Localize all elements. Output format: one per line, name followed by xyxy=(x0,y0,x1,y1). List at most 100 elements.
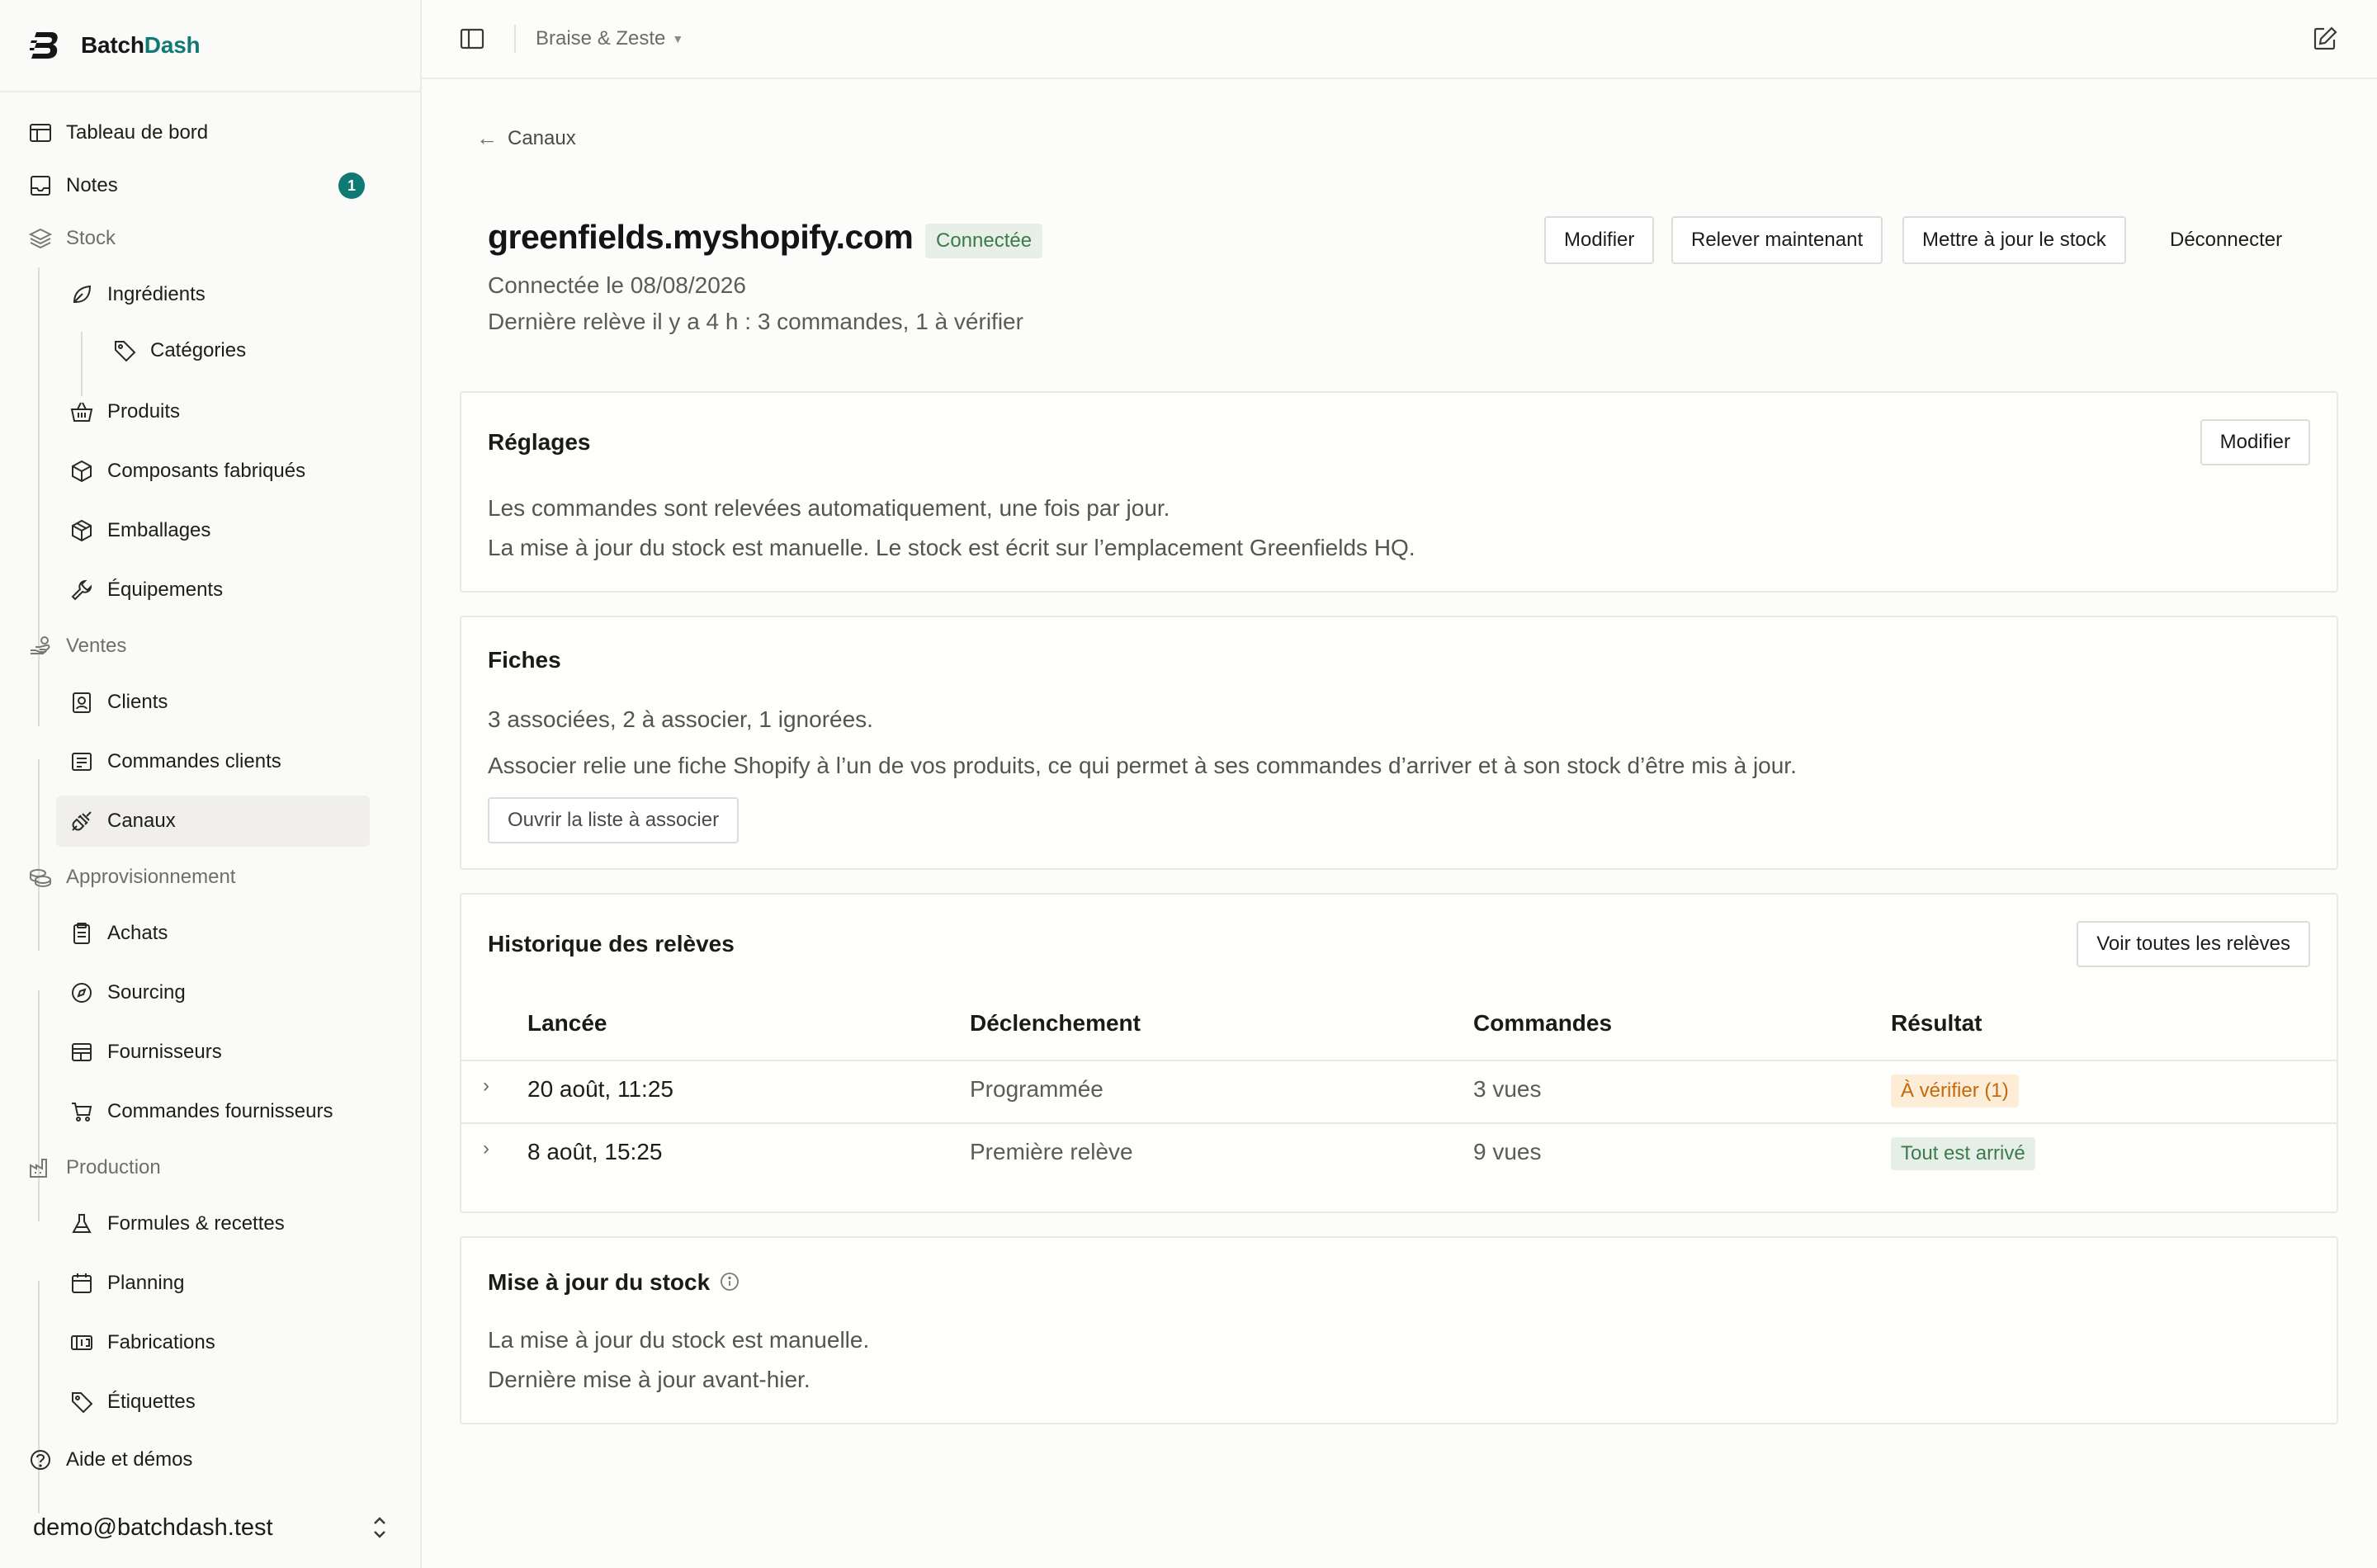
box-icon xyxy=(69,459,94,484)
sidebar-item-dashboard[interactable]: Tableau de bord xyxy=(28,114,208,152)
contact-icon xyxy=(69,690,94,715)
chevron-right-icon[interactable]: › xyxy=(483,1074,489,1098)
sidebar-item-clients[interactable]: Clients xyxy=(69,683,168,721)
sidebar-item-sourcing[interactable]: Sourcing xyxy=(69,974,186,1012)
batchdash-logo xyxy=(30,32,58,59)
disconnect-button[interactable]: Déconnecter xyxy=(2152,216,2300,264)
coins-icon xyxy=(28,865,53,890)
tree-line-ingredients xyxy=(81,332,83,396)
sidebar-item-label: Commandes fournisseurs xyxy=(107,1100,333,1122)
chevrons-up-down-icon xyxy=(374,1517,385,1538)
receipt-icon xyxy=(69,749,94,774)
settings-card: Réglages Modifier Les commandes sont rel… xyxy=(460,391,2338,593)
sidebar-item-label: Composants fabriqués xyxy=(107,460,306,482)
settings-edit-button[interactable]: Modifier xyxy=(2200,419,2310,465)
result-badge-success: Tout est arrivé xyxy=(1891,1137,2035,1170)
brand-name: BatchDash xyxy=(81,32,201,58)
column-header-orders: Commandes xyxy=(1473,1010,1613,1036)
stock-update-title-text: Mise à jour du stock xyxy=(488,1269,711,1295)
sidebar-item-label: Achats xyxy=(107,922,168,944)
workspace-name: Braise & Zeste xyxy=(536,27,666,50)
kanban-icon xyxy=(69,1330,94,1355)
sidebar-item-fabrications[interactable]: Fabrications xyxy=(69,1324,215,1362)
sidebar-item-formulas[interactable]: Formules & recettes xyxy=(69,1205,285,1243)
sidebar-item-label: Fournisseurs xyxy=(107,1041,222,1063)
sidebar-item-label: Canaux xyxy=(107,810,176,832)
sidebar-group-production[interactable]: Production xyxy=(28,1149,161,1187)
sidebar-item-packaging[interactable]: Emballages xyxy=(69,512,210,550)
history-card: Historique des relèves Voir toutes les r… xyxy=(460,893,2338,1213)
account-switcher[interactable]: demo@batchdash.test xyxy=(33,1507,389,1548)
calendar-icon xyxy=(69,1271,94,1296)
sidebar-item-label: Équipements xyxy=(107,579,224,601)
chevron-right-icon[interactable]: › xyxy=(483,1137,489,1160)
cell-trigger: Programmée xyxy=(970,1076,1103,1102)
basket-icon xyxy=(69,399,94,424)
sidebar-group-sales[interactable]: Ventes xyxy=(28,627,126,665)
store-icon xyxy=(69,1040,94,1065)
settings-title: Réglages xyxy=(488,429,591,455)
open-listings-button[interactable]: Ouvrir la liste à associer xyxy=(488,797,740,843)
sidebar-item-notes[interactable]: Notes 1 xyxy=(28,167,391,205)
sidebar-item-categories[interactable]: Catégories xyxy=(112,332,246,370)
tag-icon xyxy=(112,338,137,363)
sidebar-toggle-icon[interactable] xyxy=(458,25,486,53)
sidebar-item-label: Emballages xyxy=(107,519,211,541)
clipboard-icon xyxy=(69,921,94,946)
back-link[interactable]: ← Canaux xyxy=(476,125,576,151)
sidebar-item-client-orders[interactable]: Commandes clients xyxy=(69,743,281,781)
stock-update-title: Mise à jour du stock xyxy=(488,1269,740,1296)
info-icon[interactable] xyxy=(720,1272,740,1292)
sidebar-item-label: Formules & recettes xyxy=(107,1212,285,1235)
brand[interactable]: BatchDash xyxy=(0,0,420,92)
sidebar-item-label: Approvisionnement xyxy=(66,866,236,888)
compose-icon[interactable] xyxy=(2311,25,2339,53)
sidebar-item-help[interactable]: Aide et démos xyxy=(28,1441,192,1479)
layers-icon xyxy=(28,226,53,251)
sidebar-item-suppliers[interactable]: Fournisseurs xyxy=(69,1033,222,1071)
listings-title: Fiches xyxy=(488,647,561,673)
package-icon xyxy=(69,518,94,543)
edit-channel-button[interactable]: Modifier xyxy=(1544,216,1655,264)
sidebar-item-label: Ingrédients xyxy=(107,283,206,305)
listings-summary: 3 associées, 2 à associer, 1 ignorées. xyxy=(488,706,873,732)
wrench-icon xyxy=(69,578,94,602)
topbar-divider xyxy=(514,25,516,53)
workspace-selector[interactable]: Braise & Zeste ▼ xyxy=(536,27,683,50)
sidebar-group-stock[interactable]: Stock xyxy=(28,220,116,257)
sidebar-item-components[interactable]: Composants fabriqués xyxy=(69,452,305,490)
fetch-now-button[interactable]: Relever maintenant xyxy=(1671,216,1883,264)
sidebar-item-planning[interactable]: Planning xyxy=(69,1264,184,1302)
leaf-icon xyxy=(69,282,94,307)
tree-line-sales xyxy=(38,759,40,951)
sidebar-item-channels[interactable]: Canaux xyxy=(56,796,370,847)
column-header-result: Résultat xyxy=(1891,1010,1982,1036)
sidebar-item-purchases[interactable]: Achats xyxy=(69,914,168,952)
tree-line-supply xyxy=(38,990,40,1221)
plug-icon xyxy=(69,809,94,834)
cell-orders: 9 vues xyxy=(1473,1139,1542,1164)
caret-down-icon: ▼ xyxy=(672,32,684,45)
sidebar-item-products[interactable]: Produits xyxy=(69,393,180,431)
column-header-launched: Lancée xyxy=(527,1010,607,1036)
factory-icon xyxy=(28,1155,53,1180)
settings-line-1: Les commandes sont relevées automatiquem… xyxy=(488,495,1170,521)
sidebar-item-labels[interactable]: Étiquettes xyxy=(69,1383,196,1421)
cell-trigger: Première relève xyxy=(970,1139,1133,1164)
see-all-fetches-button[interactable]: Voir toutes les relèves xyxy=(2077,921,2310,967)
sidebar: BatchDash Tableau de bord Notes 1 Stock xyxy=(0,0,422,1568)
sidebar-item-ingredients[interactable]: Ingrédients xyxy=(69,276,206,314)
tag-icon xyxy=(69,1390,94,1415)
settings-line-2: La mise à jour du stock est manuelle. Le… xyxy=(488,535,1415,560)
sidebar-item-label: Étiquettes xyxy=(107,1391,196,1413)
update-stock-button[interactable]: Mettre à jour le stock xyxy=(1902,216,2126,264)
help-circle-icon xyxy=(28,1448,53,1472)
column-header-trigger: Déclenchement xyxy=(970,1010,1141,1036)
sidebar-item-equipment[interactable]: Équipements xyxy=(69,571,223,609)
sidebar-item-supplier-orders[interactable]: Commandes fournisseurs xyxy=(69,1093,333,1131)
history-title: Historique des relèves xyxy=(488,931,735,956)
sidebar-group-supply[interactable]: Approvisionnement xyxy=(28,858,235,896)
sidebar-item-label: Stock xyxy=(66,227,116,249)
stock-update-line-2: Dernière mise à jour avant-hier. xyxy=(488,1367,810,1392)
status-badge: Connectée xyxy=(925,224,1043,258)
